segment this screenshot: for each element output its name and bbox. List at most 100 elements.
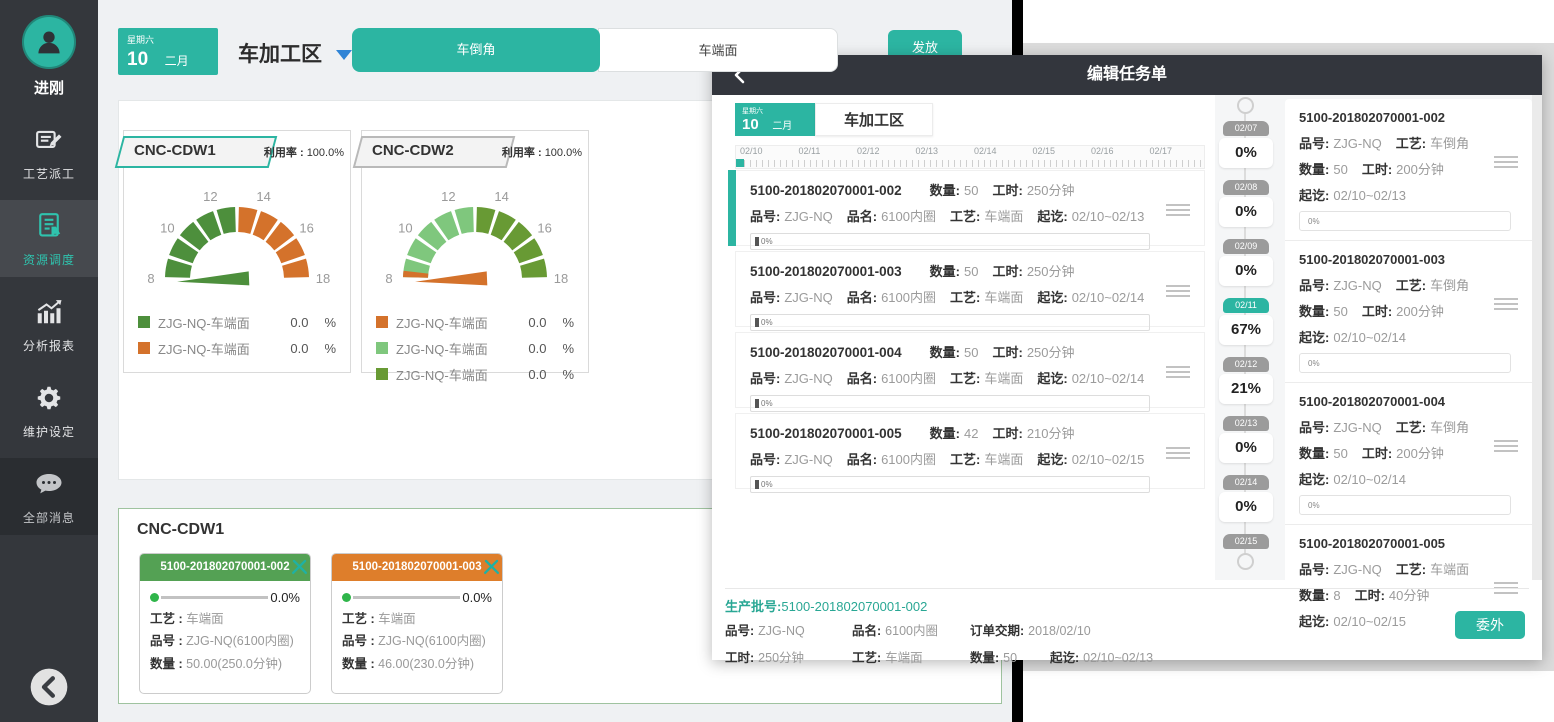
footer-process: 工艺:车端面: [852, 647, 923, 666]
area-dropdown[interactable]: 车加工区: [238, 38, 352, 68]
legend-swatch: [376, 368, 388, 380]
sidebar-item-dispatch[interactable]: 工艺派工: [0, 114, 98, 191]
task-progress-bar: 0%: [1299, 353, 1511, 373]
side-task-card[interactable]: 5100-201802070001-004 品号:ZJG-NQ工艺:车倒角 数量…: [1285, 383, 1532, 525]
drag-handle-icon[interactable]: [1164, 203, 1192, 217]
gauge-legend: ZJG-NQ-车端面 0.0 % ZJG-NQ-车端面 0.0 %: [362, 301, 588, 387]
machine-card: CNC-CDW1 利用率 : 100.0% 81012141618 ZJG-NQ…: [123, 130, 351, 373]
legend-row: ZJG-NQ-车端面 0.0 %: [376, 361, 574, 387]
timeline-date[interactable]: 02/07 0%: [1218, 121, 1274, 168]
gauge-legend: ZJG-NQ-车端面 0.0 % ZJG-NQ-车端面 0.0 %: [124, 301, 350, 361]
queue-machine-name: CNC-CDW1: [137, 521, 224, 539]
svg-text:8: 8: [385, 271, 392, 286]
avatar: [22, 15, 76, 69]
dialog-area-button[interactable]: 车加工区: [815, 103, 933, 136]
drag-handle-icon[interactable]: [1492, 155, 1520, 169]
legend-swatch: [376, 342, 388, 354]
task-list-item[interactable]: 5100-201802070001-004数量:50工时:250分钟 品号:ZJ…: [735, 332, 1205, 408]
timeline-date[interactable]: 02/09 0%: [1218, 239, 1274, 286]
svg-text:18: 18: [554, 271, 568, 286]
sidebar-item-maintenance[interactable]: 维护设定: [0, 372, 98, 449]
part-row: 品号 : ZJG-NQ(6100内圈): [332, 630, 502, 652]
sidebar-item-reports[interactable]: 分析报表: [0, 286, 98, 363]
legend-swatch: [138, 342, 150, 354]
side-task-cards: 5100-201802070001-002 品号:ZJG-NQ工艺:车倒角 数量…: [1285, 99, 1532, 639]
dialog-margin-right: [1542, 43, 1554, 671]
sidebar-item-messages[interactable]: 全部消息: [0, 458, 98, 535]
utilization-gauge: 8 10 12 14 16 18: [370, 175, 580, 301]
production-batch: 生产批号:5100-201802070001-002: [725, 596, 927, 615]
svg-text:8: 8: [147, 271, 154, 286]
work-order-batch: 5100-201802070001-002: [160, 561, 289, 573]
day-label: 10: [127, 49, 148, 70]
utilization-gauge: 81012141618: [132, 175, 342, 301]
utilization-label: 利用率 : 100.0%: [264, 144, 344, 160]
scrollbar[interactable]: [1532, 95, 1542, 580]
chevron-down-icon: [336, 50, 352, 60]
message-icon: [34, 469, 64, 499]
progress-track: [161, 596, 268, 599]
work-order-card[interactable]: 5100-201802070001-003 0.0% 工艺 : 车端面 品号 :…: [331, 553, 503, 694]
qty-row: 数量 : 50.00(250.0分钟): [140, 653, 310, 675]
legend-swatch: [138, 316, 150, 328]
right-panel: 02/07 0% 02/08 0% 02/09 0% 02/11 67% 02/…: [1215, 95, 1542, 580]
machine-name: CNC-CDW1: [134, 142, 216, 159]
ruler-ticks: [738, 160, 1202, 167]
work-order-header: 5100-201802070001-002: [140, 554, 310, 581]
timeline-date[interactable]: 02/13 0%: [1218, 416, 1274, 463]
tab-chamfer[interactable]: 车倒角: [352, 28, 600, 72]
dialog-date-badge: 星期六 10 二月: [735, 103, 815, 136]
dispatch-icon: [34, 125, 64, 155]
process-row: 工艺 : 车端面: [332, 608, 502, 630]
legend-row: ZJG-NQ-车端面 0.0 %: [376, 335, 574, 361]
drag-handle-icon[interactable]: [1492, 439, 1520, 453]
footer-part-no: 品号:ZJG-NQ: [725, 620, 805, 639]
work-order-batch: 5100-201802070001-003: [352, 561, 481, 573]
sidebar-item-resource-scheduling[interactable]: 资源调度: [0, 200, 98, 277]
outsource-button[interactable]: 委外: [1455, 611, 1525, 639]
drag-handle-icon[interactable]: [1164, 365, 1192, 379]
svg-text:12: 12: [203, 189, 217, 204]
task-list: 5100-201802070001-002数量:50工时:250分钟 品号:ZJ…: [735, 170, 1205, 494]
work-order-header: 5100-201802070001-003: [332, 554, 502, 581]
task-list-item[interactable]: 5100-201802070001-005数量:42工时:210分钟 品号:ZJ…: [735, 413, 1205, 489]
area-dropdown-label: 车加工区: [238, 43, 322, 66]
task-progress-bar: 0%: [750, 314, 1150, 331]
drag-handle-icon[interactable]: [1164, 446, 1192, 460]
resource-scheduling-icon: [34, 211, 64, 241]
task-progress-bar: 0%: [750, 233, 1150, 250]
side-task-card[interactable]: 5100-201802070001-002 品号:ZJG-NQ工艺:车倒角 数量…: [1285, 99, 1532, 241]
task-progress-bar: 0%: [750, 395, 1150, 412]
timeline-date[interactable]: 02/15: [1218, 534, 1274, 549]
utilization-label: 利用率 : 100.0%: [502, 144, 582, 160]
svg-text:14: 14: [494, 189, 508, 204]
timeline-date[interactable]: 02/08 0%: [1218, 180, 1274, 227]
svg-text:16: 16: [537, 221, 551, 236]
footer-part-name: 品名:6100内圈: [852, 620, 938, 639]
timeline-date[interactable]: 02/12 21%: [1218, 357, 1274, 404]
drag-handle-icon[interactable]: [1492, 297, 1520, 311]
svg-text:18: 18: [316, 271, 330, 286]
svg-text:10: 10: [398, 221, 412, 236]
svg-text:10: 10: [160, 221, 174, 236]
svg-text:12: 12: [441, 189, 455, 204]
tools-icon[interactable]: [290, 557, 309, 576]
progress-track: [353, 596, 460, 599]
drag-handle-icon[interactable]: [1164, 284, 1192, 298]
timeline-date[interactable]: 02/14 0%: [1218, 475, 1274, 522]
side-task-card[interactable]: 5100-201802070001-003 品号:ZJG-NQ工艺:车倒角 数量…: [1285, 241, 1532, 383]
edit-task-dialog: 编辑任务单 星期六 10 二月 车加工区 02/1002/1102/1202/1…: [712, 55, 1542, 660]
tab-endface[interactable]: 车端面: [598, 28, 838, 72]
tools-icon[interactable]: [482, 557, 501, 576]
task-list-item[interactable]: 5100-201802070001-003数量:50工时:250分钟 品号:ZJ…: [735, 251, 1205, 327]
dialog-margin-top: [1023, 43, 1554, 55]
date-badge: 星期六 10 二月: [118, 28, 218, 75]
sidebar: 进刚 工艺派工 资源调度 分析报表: [0, 0, 98, 722]
task-list-item[interactable]: 5100-201802070001-002数量:50工时:250分钟 品号:ZJ…: [735, 170, 1205, 246]
timeline-date-active[interactable]: 02/11 67%: [1218, 298, 1274, 345]
footer-qty: 数量:50: [970, 647, 1017, 666]
collapse-sidebar-button[interactable]: [29, 667, 69, 707]
task-progress-bar: 0%: [1299, 495, 1511, 515]
work-order-card[interactable]: 5100-201802070001-002 0.0% 工艺 : 车端面 品号 :…: [139, 553, 311, 694]
progress-row: 0.0%: [332, 581, 502, 608]
